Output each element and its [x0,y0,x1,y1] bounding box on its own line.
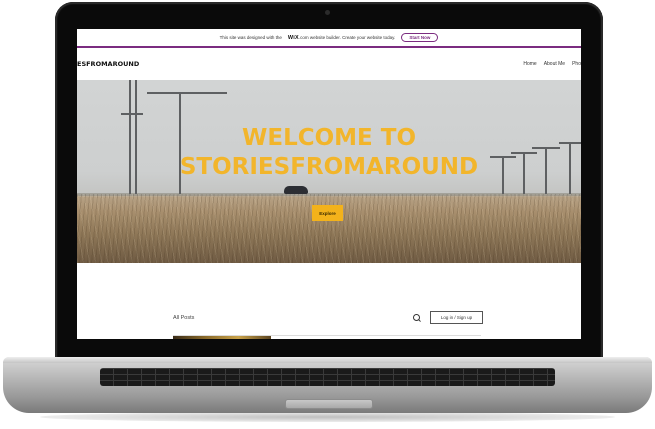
trackpad [285,399,373,409]
wix-brand-logo: WiX [287,34,299,41]
wix-promo-banner: This site was designed with the WiX .com… [77,29,581,48]
keyboard [100,368,555,386]
hero-title: WELCOME TO STORIESFROMAROUND [77,124,581,182]
browser-viewport: This site was designed with the WiX .com… [77,29,581,339]
search-icon[interactable] [413,314,420,321]
site-header: ESFROMAROUND Home About Me Pho [77,48,581,90]
wix-banner-text-before: This site was designed with the [219,35,282,40]
post-thumbnail[interactable] [173,336,271,339]
main-nav: Home About Me Pho [523,61,581,67]
nav-photos[interactable]: Pho [572,61,581,67]
antenna-crossbar [147,92,227,94]
wix-banner-text-after: .com website builder. Create your websit… [298,35,396,40]
car-silhouette [284,186,308,194]
all-posts-tab[interactable]: All Posts [173,315,194,321]
nav-about-me[interactable]: About Me [544,61,565,67]
hero-banner: WELCOME TO STORIESFROMAROUND Explore [77,80,581,263]
laptop-base [3,357,652,413]
site-logo[interactable]: ESFROMAROUND [77,60,139,68]
antenna-crossbar [121,113,143,115]
nav-home[interactable]: Home [523,61,536,67]
base-hinge [3,357,652,363]
laptop-lid: This site was designed with the WiX .com… [55,2,603,362]
login-signup-button[interactable]: Log in / Sign up [430,311,483,324]
hero-title-line1: WELCOME TO [241,125,417,151]
laptop-shadow [40,412,615,422]
hero-title-line2: STORIESFROMAROUND [179,154,479,180]
start-now-button[interactable]: Start Now [401,33,439,42]
explore-button[interactable]: Explore [312,205,343,221]
camera-dot [325,10,330,15]
